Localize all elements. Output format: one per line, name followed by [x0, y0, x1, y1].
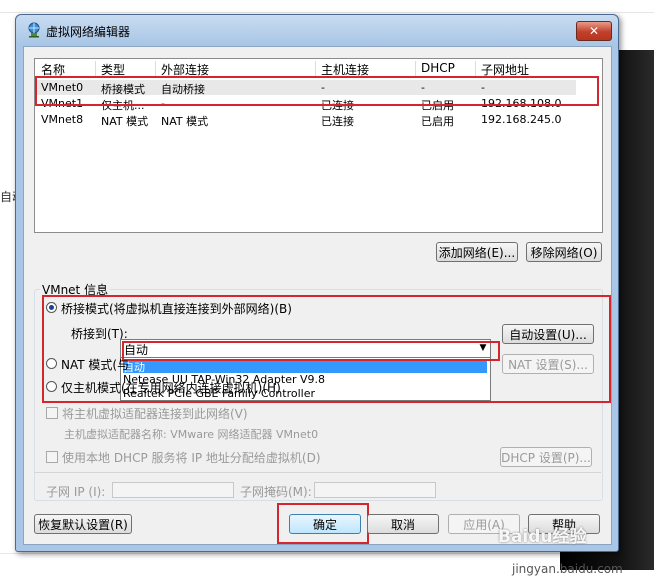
highlight-box-bridge-section: [42, 295, 611, 403]
title-bar[interactable]: 虚拟网络编辑器 ✕: [16, 15, 618, 45]
watermark-url: jingyan.baidu.com: [512, 562, 623, 576]
remove-network-button[interactable]: 移除网络(O): [526, 242, 602, 262]
column-separator: [155, 61, 156, 77]
table-cell: VMnet8: [41, 113, 84, 126]
table-cell: 已连接: [321, 115, 354, 128]
table-cell: NAT 模式: [161, 115, 209, 128]
table-cell: NAT 模式: [101, 115, 149, 128]
adapter-name-text: 主机虚拟适配器名称: VMware 网络适配器 VMnet0: [64, 428, 319, 441]
highlight-box-vmnet0: [35, 76, 599, 106]
column-separator: [315, 61, 316, 77]
restore-defaults-button[interactable]: 恢复默认设置(R): [34, 514, 132, 534]
subnet-ip-field[interactable]: [112, 482, 234, 498]
column-separator: [95, 61, 96, 77]
subnet-mask-field[interactable]: [314, 482, 436, 498]
dialog-client-area: 名称 类型 外部连接 主机连接 DHCP 子网地址 VMnet0 桥接模式 自动…: [23, 46, 612, 545]
add-network-button[interactable]: 添加网络(E)...: [436, 242, 518, 262]
connect-adapter-checkbox[interactable]: [46, 407, 58, 419]
watermark-logo: Baidu经验: [498, 527, 587, 547]
close-button[interactable]: ✕: [576, 21, 612, 41]
background-divider: [0, 553, 654, 554]
column-separator: [415, 61, 416, 77]
dhcp-settings-button[interactable]: DHCP 设置(P)...: [500, 447, 592, 467]
highlight-box-ok: [277, 503, 369, 544]
window-title: 虚拟网络编辑器: [46, 25, 131, 39]
column-separator: [475, 61, 476, 77]
subnet-mask-label: 子网掩码(M):: [240, 485, 312, 499]
connect-adapter-label[interactable]: 将主机虚拟适配器连接到此网络(V): [62, 405, 248, 422]
divider: [34, 472, 601, 473]
background-divider: [0, 12, 654, 13]
table-cell: 192.168.245.0: [481, 113, 562, 126]
virtual-network-editor-dialog: 虚拟网络编辑器 ✕ 名称 类型 外部连接 主机连接 DHCP 子网地址 VMne…: [15, 14, 619, 552]
network-globe-icon: [26, 22, 42, 38]
table-cell: 已启用: [421, 115, 454, 128]
column-header-dhcp[interactable]: DHCP: [421, 61, 455, 75]
cancel-button[interactable]: 取消: [367, 514, 439, 534]
subnet-ip-label: 子网 IP (I):: [46, 485, 106, 499]
use-dhcp-label[interactable]: 使用本地 DHCP 服务将 IP 地址分配给虚拟机(D): [62, 449, 321, 466]
use-dhcp-checkbox[interactable]: [46, 451, 58, 463]
